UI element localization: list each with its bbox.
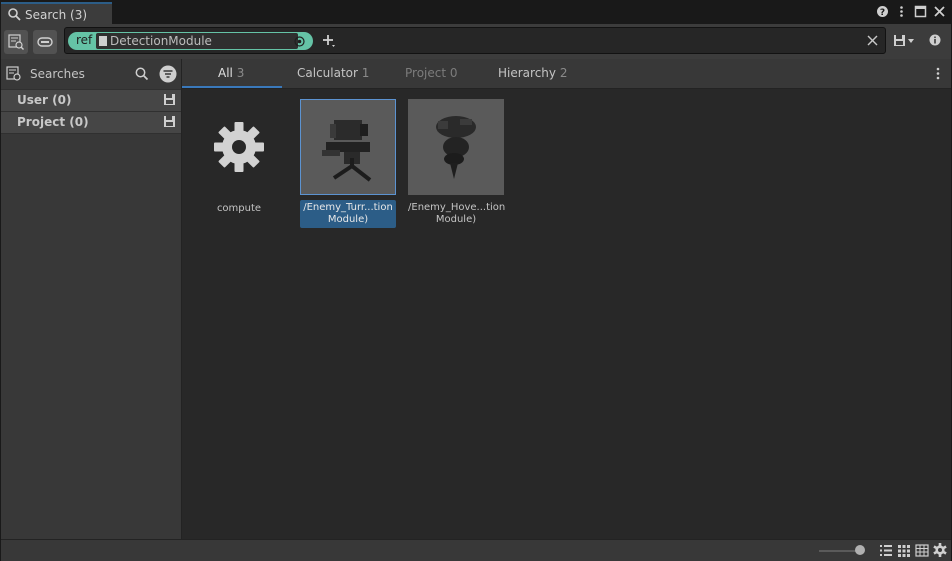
tab-project[interactable]: Project 0 xyxy=(405,66,458,80)
chip-value: DetectionModule xyxy=(110,34,212,48)
gear-icon xyxy=(214,122,264,172)
tab-count: 1 xyxy=(361,66,370,80)
grid-view-icon[interactable] xyxy=(897,544,911,557)
results-panel: All 3 Calculator 1 Project 0 Hierarchy 2 xyxy=(182,59,951,539)
window-title: Search (3) xyxy=(25,8,88,22)
toggle-pill-icon xyxy=(37,37,53,47)
sidebar-header: Searches xyxy=(1,59,181,89)
tab-count: 3 xyxy=(236,66,245,80)
tab-count: 2 xyxy=(559,66,568,80)
chip-label: ref xyxy=(76,33,93,47)
query-builder-toggle-button[interactable] xyxy=(33,30,57,54)
active-tab-indicator xyxy=(182,86,282,88)
window-tab[interactable]: Search (3) xyxy=(1,2,112,24)
list-view-icon[interactable] xyxy=(879,544,893,557)
document-icon xyxy=(99,36,107,46)
table-view-icon[interactable] xyxy=(915,544,929,557)
toolbar: ref DetectionModule xyxy=(1,24,951,59)
caption-line: Module) xyxy=(435,214,477,225)
result-caption: /Enemy_Hove...tion Module) xyxy=(408,202,506,226)
settings-gear-icon[interactable] xyxy=(933,543,947,557)
tab-all[interactable]: All 3 xyxy=(218,66,244,80)
chip-value-box[interactable]: DetectionModule xyxy=(96,33,298,49)
save-icon[interactable] xyxy=(163,115,176,128)
menu-kebab-icon[interactable] xyxy=(895,5,908,18)
search-icon xyxy=(8,8,21,21)
svg-text:?: ? xyxy=(880,8,885,18)
hover-drone-model-icon xyxy=(436,116,476,179)
turret-model-icon xyxy=(322,120,372,182)
section-label: User (0) xyxy=(17,93,72,107)
sidebar-section-user[interactable]: User (0) xyxy=(1,89,181,112)
maximize-icon[interactable] xyxy=(914,5,927,18)
section-label: Project (0) xyxy=(17,115,89,129)
tab-hierarchy[interactable]: Hierarchy 2 xyxy=(498,66,567,80)
result-item[interactable]: compute xyxy=(191,99,287,215)
tab-label: Calculator xyxy=(297,66,358,80)
saved-searches-sidebar: Searches User (0) Project (0) xyxy=(1,59,182,539)
help-icon[interactable]: ? xyxy=(876,5,889,18)
filter-icon[interactable] xyxy=(159,65,177,83)
status-bar xyxy=(1,539,951,561)
provider-tabs: All 3 Calculator 1 Project 0 Hierarchy 2 xyxy=(182,59,951,89)
tab-label: Hierarchy xyxy=(498,66,557,80)
caption-line: /Enemy_Hove...tion xyxy=(408,202,506,213)
tab-calculator[interactable]: Calculator 1 xyxy=(297,66,369,80)
save-search-dropdown-icon[interactable] xyxy=(893,34,917,48)
search-input[interactable]: ref DetectionModule xyxy=(64,27,886,54)
result-item[interactable]: /Enemy_Hove...tion Module) xyxy=(408,99,506,226)
search-icon[interactable] xyxy=(135,67,149,81)
result-thumbnail xyxy=(300,99,396,195)
result-caption: compute xyxy=(216,203,262,214)
more-options-icon[interactable] xyxy=(934,67,942,81)
title-bar: Search (3) ? xyxy=(0,0,952,24)
saved-searches-toggle-button[interactable] xyxy=(4,30,28,54)
result-item-selected[interactable]: /Enemy_Turr...tion Module) xyxy=(300,99,396,228)
result-thumbnail xyxy=(408,99,504,195)
add-filter-icon[interactable] xyxy=(322,34,336,48)
searches-list-icon xyxy=(6,66,21,81)
caption-line: /Enemy_Turr...tion xyxy=(303,202,393,213)
object-picker-icon[interactable] xyxy=(294,36,305,47)
result-caption: /Enemy_Turr...tion Module) xyxy=(300,200,396,228)
clear-search-icon[interactable] xyxy=(867,35,878,46)
tab-label: All xyxy=(218,66,233,80)
sidebar-title: Searches xyxy=(30,67,85,81)
save-icon[interactable] xyxy=(163,93,176,106)
ref-filter-chip[interactable]: ref DetectionModule xyxy=(68,32,313,50)
window-controls: ? xyxy=(876,5,946,18)
close-icon[interactable] xyxy=(933,5,946,18)
result-thumbnail xyxy=(191,99,287,195)
caption-line: Module) xyxy=(327,214,369,225)
tab-count: 0 xyxy=(449,66,458,80)
search-list-icon xyxy=(8,34,24,50)
sidebar-section-project[interactable]: Project (0) xyxy=(1,111,181,134)
info-icon[interactable] xyxy=(929,34,941,46)
tab-label: Project xyxy=(405,66,447,80)
item-size-slider-handle[interactable] xyxy=(855,545,865,555)
